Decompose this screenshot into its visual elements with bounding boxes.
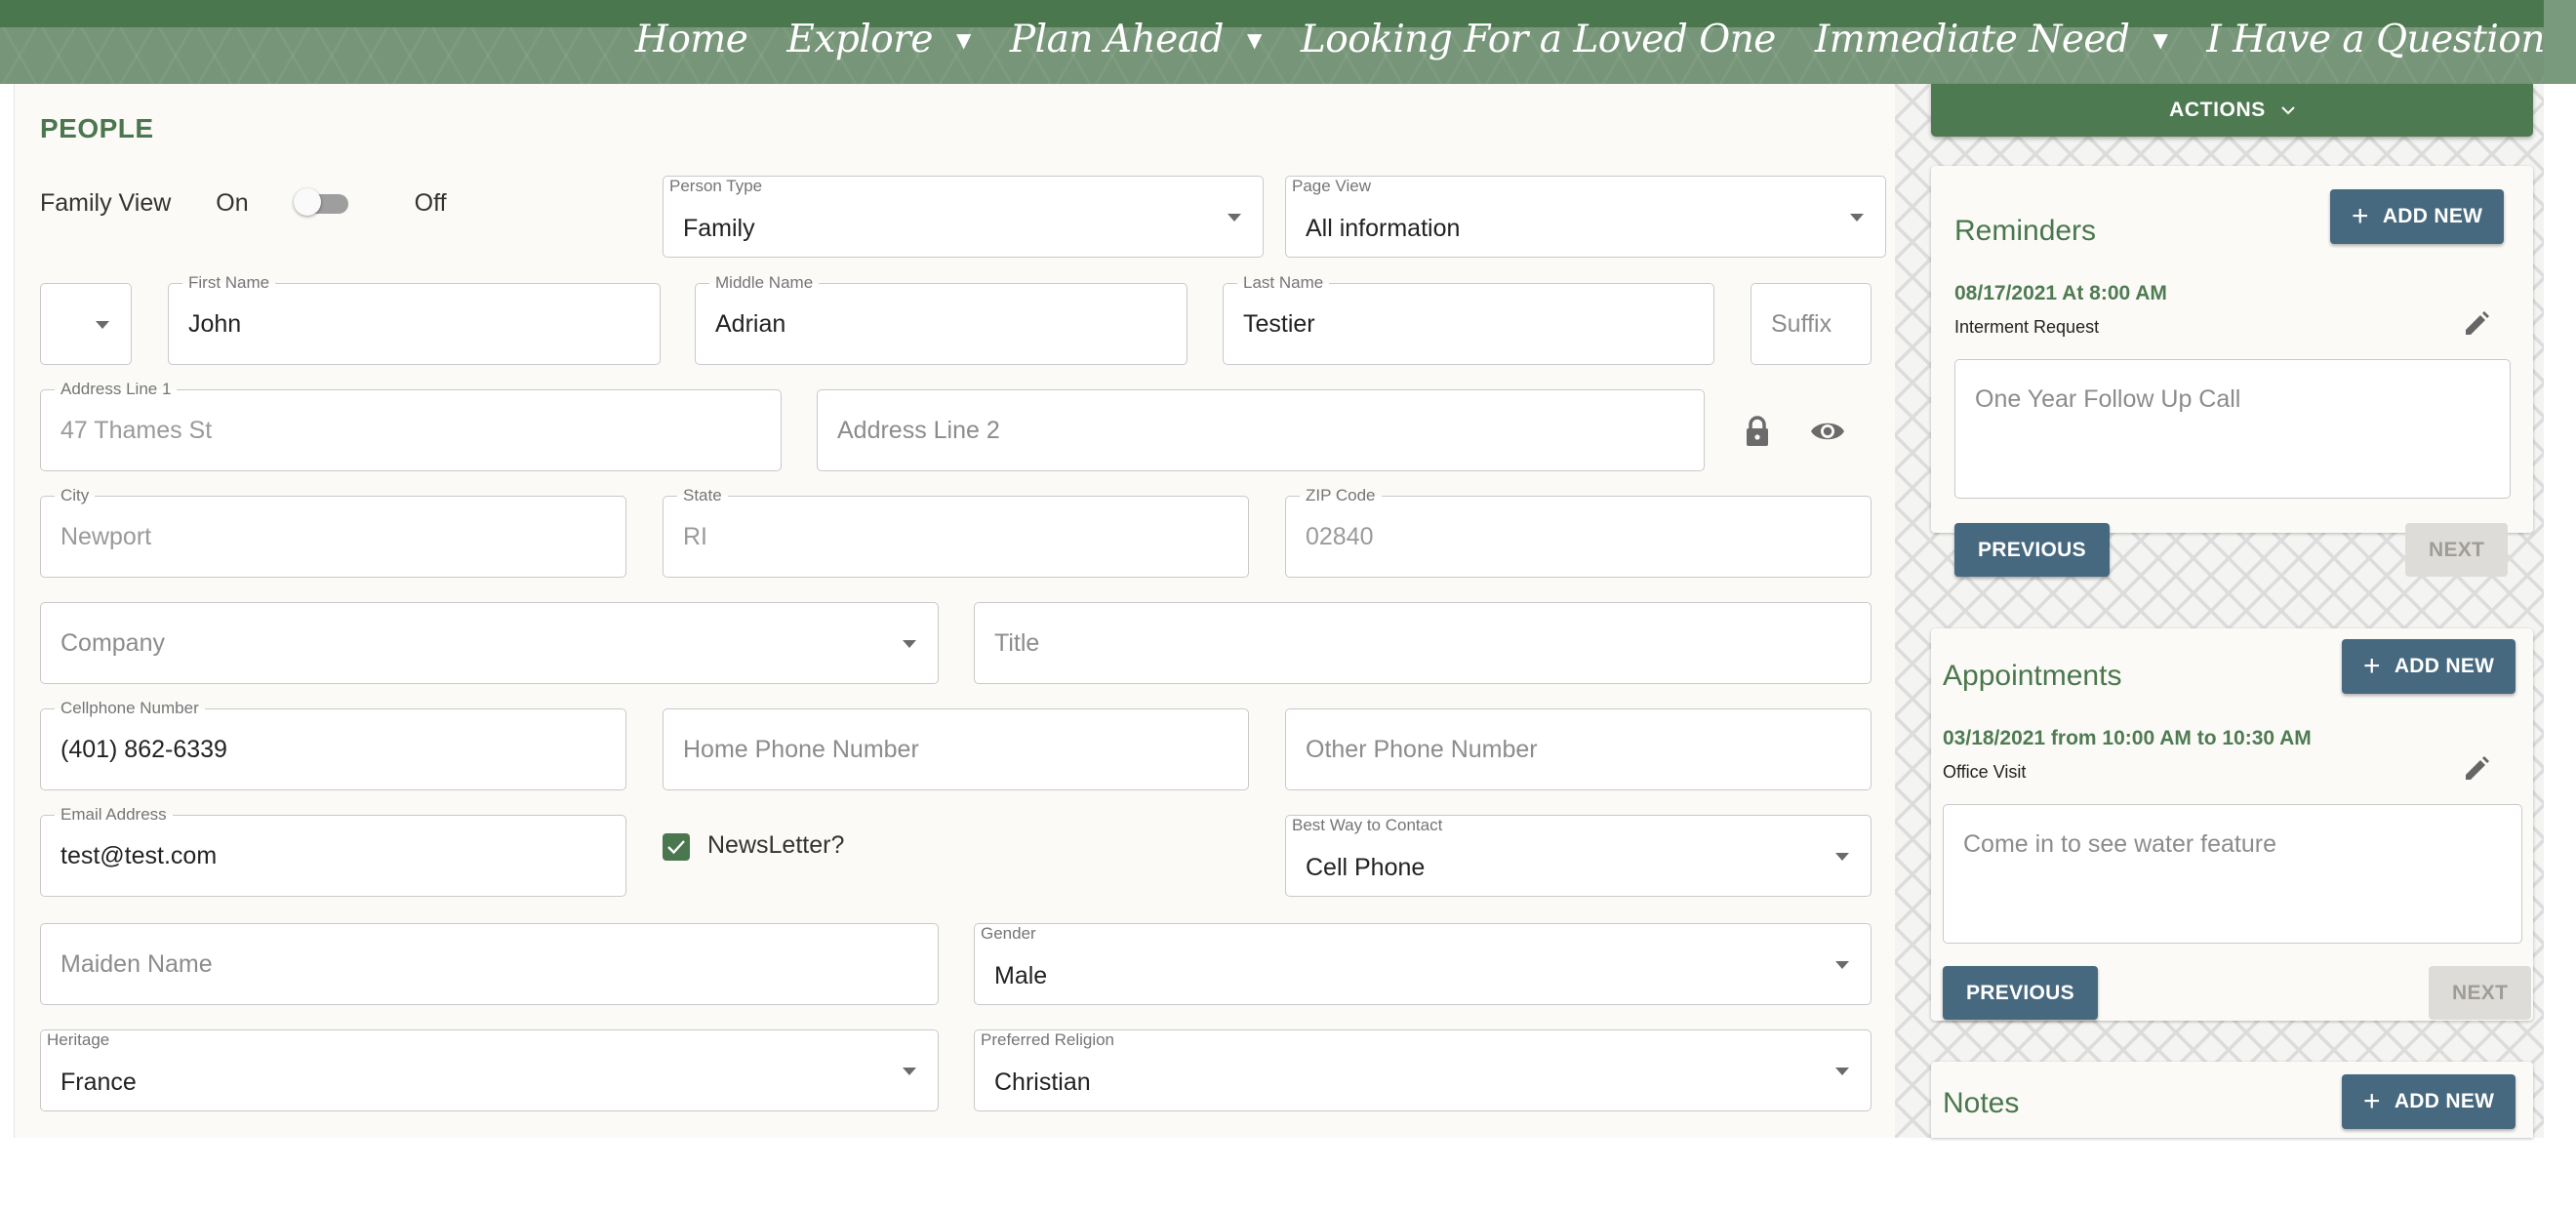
zip-code-field[interactable]: ZIP Code 02840	[1285, 487, 1872, 578]
caret-down-icon: ▼	[1246, 27, 1262, 52]
add-reminder-button[interactable]: + ADD NEW	[2330, 189, 2505, 244]
eye-icon[interactable]	[1808, 412, 1847, 451]
page-title: PEOPLE	[40, 113, 154, 143]
maiden-name-field[interactable]: Maiden Name	[40, 923, 939, 1005]
appointment-note[interactable]: Come in to see water feature	[1943, 804, 2522, 944]
lock-icon[interactable]	[1738, 412, 1777, 451]
family-view-on-label: On	[216, 189, 249, 217]
last-name-field[interactable]: Last Name Testier	[1223, 274, 1714, 365]
appointments-title: Appointments	[1943, 660, 2122, 692]
page-view-select[interactable]: Page View All information	[1285, 176, 1886, 258]
notes-title: Notes	[1943, 1087, 2020, 1119]
caret-down-icon	[903, 640, 916, 648]
family-view-label: Family View	[40, 189, 172, 217]
edit-appointment-icon[interactable]	[2455, 747, 2498, 790]
chevron-down-icon	[2281, 105, 2295, 114]
appointments-next-button[interactable]: NEXT	[2429, 966, 2532, 1020]
caret-down-icon: ▼	[955, 27, 971, 52]
nav-explore[interactable]: Explore ▼	[786, 18, 971, 61]
preferred-religion-select[interactable]: Preferred Religion Christian	[974, 1029, 1872, 1111]
right-sidebar: ACTIONS Reminders + ADD NEW 08/17/2021 A…	[1895, 84, 2544, 1138]
city-field[interactable]: City Newport	[40, 487, 626, 578]
appointment-date: 03/18/2021 from 10:00 AM to 10:30 AM	[1943, 727, 2312, 749]
check-icon	[667, 840, 685, 855]
caret-down-icon	[1835, 853, 1849, 861]
home-phone-field[interactable]: Home Phone Number	[663, 708, 1249, 790]
appointments-previous-button[interactable]: PREVIOUS	[1943, 966, 2098, 1020]
reminder-date: 08/17/2021 At 8:00 AM	[1954, 282, 2167, 304]
reminder-note[interactable]: One Year Follow Up Call	[1954, 359, 2511, 499]
edit-reminder-icon[interactable]	[2455, 302, 2498, 345]
newsletter-checkbox[interactable]	[663, 833, 690, 861]
nav-immediate-need[interactable]: Immediate Need ▼	[1815, 18, 2168, 61]
toggle-thumb	[293, 187, 321, 216]
family-view-toggle[interactable]	[293, 187, 348, 216]
reminders-previous-button[interactable]: PREVIOUS	[1954, 523, 2110, 577]
family-view-off-label: Off	[414, 189, 447, 217]
state-field[interactable]: State RI	[663, 487, 1249, 578]
middle-name-field[interactable]: Middle Name Adrian	[695, 274, 1187, 365]
company-select[interactable]: Company	[40, 602, 939, 684]
reminders-title: Reminders	[1954, 215, 2097, 247]
gender-select[interactable]: Gender Male	[974, 923, 1872, 1005]
address-line-2-field[interactable]: Address Line 2	[817, 389, 1705, 471]
newsletter-label[interactable]: NewsLetter?	[707, 831, 844, 860]
caret-down-icon	[903, 1068, 916, 1075]
add-note-button[interactable]: + ADD NEW	[2342, 1074, 2516, 1129]
email-field[interactable]: Email Address test@test.com	[40, 806, 626, 897]
title-field[interactable]: Title	[974, 602, 1872, 684]
nav-links: Home Explore ▼ Plan Ahead ▼ Looking For a …	[635, 18, 2546, 61]
caret-down-icon	[1850, 214, 1864, 222]
plus-icon: +	[2363, 650, 2381, 682]
caret-down-icon	[1228, 214, 1241, 222]
caret-down-icon: ▼	[2153, 27, 2168, 52]
caret-down-icon	[96, 321, 109, 329]
actions-button[interactable]: ACTIONS	[1931, 84, 2533, 137]
best-way-to-contact-select[interactable]: Best Way to Contact Cell Phone	[1285, 815, 1872, 897]
person-type-select[interactable]: Person Type Family	[663, 176, 1264, 258]
plus-icon: +	[2352, 200, 2369, 232]
nav-looking-for-loved-one[interactable]: Looking For a Loved One	[1301, 18, 1777, 61]
plus-icon: +	[2363, 1085, 2381, 1117]
cellphone-field[interactable]: Cellphone Number (401) 862-6339	[40, 700, 626, 790]
caret-down-icon	[1835, 961, 1849, 969]
appointments-card: Appointments + ADD NEW 03/18/2021 from 1…	[1931, 628, 2533, 1021]
first-name-field[interactable]: First Name John	[168, 274, 661, 365]
caret-down-icon	[1835, 1068, 1849, 1075]
suffix-field[interactable]: Suffix	[1751, 283, 1872, 365]
appointment-type: Office Visit	[1943, 762, 2027, 782]
nav-home[interactable]: Home	[635, 18, 748, 61]
people-panel: PEOPLE Family View On Off Person Type Fa…	[14, 84, 1895, 1138]
nav-have-a-question[interactable]: I Have a Question	[2206, 18, 2545, 61]
other-phone-field[interactable]: Other Phone Number	[1285, 708, 1872, 790]
reminders-card: Reminders + ADD NEW 08/17/2021 At 8:00 A…	[1931, 166, 2533, 577]
heritage-select[interactable]: Heritage France	[40, 1029, 939, 1111]
name-prefix-select[interactable]	[40, 283, 132, 365]
reminders-next-button[interactable]: NEXT	[2405, 523, 2509, 577]
address-line-1-field[interactable]: Address Line 1 47 Thames St	[40, 381, 782, 471]
add-appointment-button[interactable]: + ADD NEW	[2342, 639, 2516, 694]
reminder-type: Interment Request	[1954, 317, 2100, 337]
top-navigation: Home Explore ▼ Plan Ahead ▼ Looking For a …	[0, 0, 2576, 84]
nav-plan-ahead[interactable]: Plan Ahead ▼	[1010, 18, 1262, 61]
family-view-control: Family View On Off	[40, 187, 447, 218]
notes-card: Notes + ADD NEW	[1931, 1062, 2533, 1138]
